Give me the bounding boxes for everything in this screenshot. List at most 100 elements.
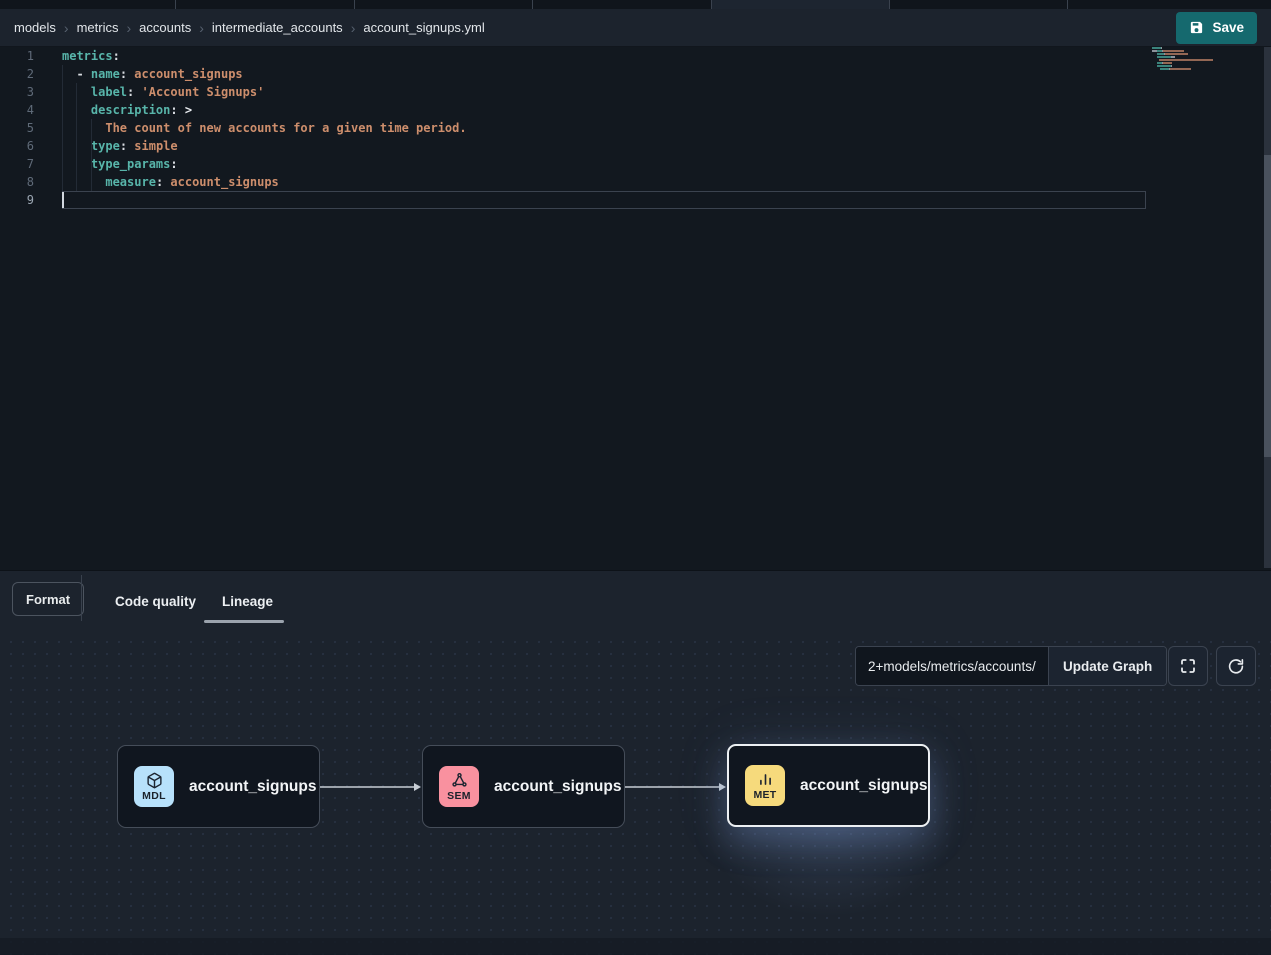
- breadcrumb-separator-icon: ›: [351, 20, 356, 36]
- minimap-line: [1152, 62, 1213, 64]
- minimap[interactable]: [1152, 47, 1213, 74]
- minimap-line: [1152, 59, 1213, 61]
- node-type-badge: MET: [745, 765, 785, 806]
- code-line: 3 label: 'Account Signups': [0, 83, 1271, 101]
- code-text: type: simple: [62, 137, 178, 155]
- canvas-footer-shade: [0, 938, 1271, 955]
- code-token: type_params: [91, 157, 170, 171]
- code-token: account_signups: [127, 67, 243, 81]
- node-label: account_signups: [800, 777, 927, 795]
- format-button[interactable]: Format: [12, 582, 84, 616]
- minimap-line: [1152, 71, 1213, 73]
- metric-icon: [757, 771, 774, 788]
- lineage-canvas[interactable]: MDL account_signups SEMaccount_signups MET a…: [0, 631, 1271, 955]
- breadcrumb-item-metrics[interactable]: metrics: [77, 20, 119, 35]
- line-number: 6: [0, 137, 34, 155]
- minimap-line: [1152, 50, 1213, 52]
- code-token: [62, 121, 105, 135]
- minimap-line: [1152, 65, 1213, 67]
- code-token: :: [120, 67, 127, 81]
- code-line: 8 measure: account_signups: [0, 173, 1271, 191]
- lineage-node-met-account_signups[interactable]: MET account_signups: [727, 744, 930, 827]
- code-text: label: 'Account Signups': [62, 83, 264, 101]
- minimap-line: [1152, 53, 1213, 55]
- text-cursor: [62, 192, 64, 208]
- semantic-model-icon: [451, 772, 468, 789]
- code-line: 2 - name: account_signups: [0, 65, 1271, 83]
- node-type-badge: SEM: [439, 766, 479, 807]
- tab-code-quality[interactable]: Code quality: [115, 571, 196, 631]
- code-text: type_params:: [62, 155, 178, 173]
- refresh-button[interactable]: [1216, 646, 1256, 686]
- editor-scrollbar-thumb[interactable]: [1264, 155, 1271, 457]
- save-icon: [1189, 20, 1204, 35]
- code-line: 1 metrics:: [0, 47, 1271, 65]
- code-token: label: [91, 85, 127, 99]
- line-number: 2: [0, 65, 34, 83]
- save-label: Save: [1212, 20, 1244, 35]
- code-token: account_signups: [163, 175, 279, 189]
- breadcrumb: models › metrics › accounts › intermediate_acc…: [14, 20, 485, 36]
- code-line: 4 description: >: [0, 101, 1271, 119]
- node-type-badge: MDL: [134, 766, 174, 807]
- code-line: 9: [0, 191, 1271, 209]
- minimap-line: [1152, 47, 1213, 49]
- node-label: account_signups: [189, 778, 316, 796]
- node-badge-label: SEM: [447, 791, 471, 802]
- code-token: The count of new accounts for a given ti…: [105, 121, 466, 135]
- current-line-highlight: [62, 191, 1146, 209]
- code-token: :: [113, 49, 120, 63]
- line-number: 4: [0, 101, 34, 119]
- code-token: metrics: [62, 49, 113, 63]
- code-text: - name: account_signups: [62, 65, 243, 83]
- update-graph-button[interactable]: Update Graph: [1048, 647, 1166, 685]
- editor-scrollbar[interactable]: [1264, 47, 1271, 568]
- code-text: description: >: [62, 101, 192, 119]
- code-token: measure: [105, 175, 156, 189]
- top-tab[interactable]: [1068, 0, 1271, 9]
- breadcrumb-item-intermediate_accounts[interactable]: intermediate_accounts: [212, 20, 343, 35]
- top-tab[interactable]: [176, 0, 355, 9]
- lineage-node-sem-account_signups[interactable]: SEMaccount_signups: [422, 745, 625, 828]
- code-line: 5 The count of new accounts for a given …: [0, 119, 1271, 137]
- bottom-panel: Format Code qualityLineage MDL account_si…: [0, 570, 1271, 954]
- selector-group: Update Graph: [855, 646, 1167, 686]
- fullscreen-button[interactable]: [1168, 646, 1208, 686]
- code-token: description: [91, 103, 170, 117]
- code-editor[interactable]: 1metrics:2 - name: account_signups3 labe…: [0, 47, 1271, 570]
- code-token: [62, 175, 105, 189]
- code-token: :: [120, 139, 127, 153]
- breadcrumb-separator-icon: ›: [64, 20, 69, 36]
- panel-tabs-row: Format Code qualityLineage: [0, 571, 1271, 631]
- line-number: 3: [0, 83, 34, 101]
- code-token: name: [91, 67, 120, 81]
- breadcrumb-bar: models › metrics › accounts › intermediate_acc…: [0, 9, 1271, 47]
- lineage-selector-input[interactable]: [856, 647, 1048, 685]
- breadcrumb-item-models[interactable]: models: [14, 20, 56, 35]
- line-number: 9: [0, 191, 34, 209]
- breadcrumb-item-account_signups.yml[interactable]: account_signups.yml: [363, 20, 484, 35]
- breadcrumb-separator-icon: ›: [199, 20, 204, 36]
- top-tab[interactable]: [533, 0, 712, 9]
- code-text: The count of new accounts for a given ti…: [62, 119, 467, 137]
- minimap-line: [1152, 56, 1213, 58]
- line-number: 8: [0, 173, 34, 191]
- breadcrumb-item-accounts[interactable]: accounts: [139, 20, 191, 35]
- code-token: -: [62, 67, 91, 81]
- top-tab[interactable]: [0, 0, 176, 9]
- top-tab[interactable]: [712, 0, 890, 9]
- cube-icon: [146, 772, 163, 789]
- code-text: metrics:: [62, 47, 120, 65]
- top-tab[interactable]: [355, 0, 533, 9]
- code-line: 7 type_params:: [0, 155, 1271, 173]
- top-tab[interactable]: [890, 0, 1068, 9]
- line-number: 1: [0, 47, 34, 65]
- lineage-node-mdl-account_signups[interactable]: MDL account_signups: [117, 745, 320, 828]
- top-tab-strip: [0, 0, 1271, 9]
- code-token: simple: [127, 139, 178, 153]
- line-number: 5: [0, 119, 34, 137]
- indent-guide: [91, 119, 92, 191]
- code-token: 'Account Signups': [134, 85, 264, 99]
- indent-guide: [76, 83, 77, 191]
- save-button[interactable]: Save: [1176, 12, 1257, 44]
